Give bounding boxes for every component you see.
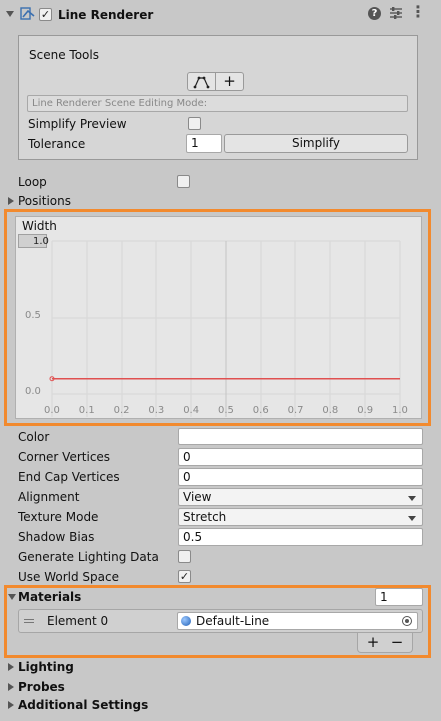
materials-foldout-arrow[interactable]: [8, 594, 16, 600]
y-label-bottom: 0.0: [25, 386, 41, 397]
probes-foldout-arrow[interactable]: [8, 683, 14, 691]
chevron-down-icon: [408, 516, 416, 521]
alignment-dropdown[interactable]: View: [178, 488, 423, 506]
simplify-preview-label: Simplify Preview: [28, 117, 127, 131]
object-picker-icon[interactable]: [402, 616, 412, 626]
line-renderer-icon: [20, 6, 36, 22]
component-title: Line Renderer: [58, 8, 154, 22]
simplify-preview-checkbox[interactable]: [188, 117, 201, 130]
generate-lighting-label: Generate Lighting Data: [18, 550, 159, 564]
x-tick-label: 0.1: [78, 405, 95, 416]
positions-label[interactable]: Positions: [18, 193, 71, 209]
x-tick-label: 0.9: [357, 405, 374, 416]
drag-handle-icon[interactable]: [24, 619, 34, 623]
x-tick-label: 0.4: [183, 405, 200, 416]
simplify-button[interactable]: Simplify: [224, 134, 408, 153]
width-curve-grid: [49, 240, 401, 417]
color-field[interactable]: [178, 428, 423, 445]
additional-settings-foldout-arrow[interactable]: [8, 701, 14, 709]
materials-label[interactable]: Materials: [18, 589, 81, 605]
scene-tools-title: Scene Tools: [29, 48, 99, 62]
element-0-label: Element 0: [47, 614, 109, 628]
materials-size-field[interactable]: 1: [375, 588, 423, 606]
element-0-value: Default-Line: [196, 614, 270, 628]
x-tick-label: 0.3: [148, 405, 165, 416]
x-tick-label: 0.0: [44, 405, 60, 416]
y-label-top: 1.0: [33, 236, 49, 247]
edit-points-icon: [193, 76, 210, 89]
loop-checkbox[interactable]: [177, 175, 190, 188]
additional-settings-section[interactable]: Additional Settings: [18, 697, 148, 713]
lighting-section[interactable]: Lighting: [18, 659, 74, 675]
y-label-mid: 0.5: [25, 310, 41, 321]
scene-editing-mode-field: Line Renderer Scene Editing Mode:: [27, 95, 408, 112]
shadow-bias-field[interactable]: 0.5: [178, 528, 423, 546]
end-cap-vertices-label: End Cap Vertices: [18, 470, 120, 484]
material-icon: [181, 616, 191, 626]
add-material-button[interactable]: +: [364, 633, 382, 651]
x-tick-label: 1.0: [392, 405, 408, 416]
more-icon[interactable]: ⋮: [410, 4, 426, 21]
tolerance-field[interactable]: 1: [186, 134, 222, 153]
loop-label: Loop: [18, 175, 47, 189]
texture-mode-value: Stretch: [183, 510, 227, 524]
x-tick-label: 0.5: [218, 405, 234, 416]
x-tick-label: 0.6: [252, 405, 269, 416]
x-tick-label: 0.7: [287, 405, 304, 416]
alignment-value: View: [183, 490, 212, 504]
positions-foldout-arrow[interactable]: [8, 197, 14, 205]
component-header[interactable]: ✓ Line Renderer ? ⋮: [0, 0, 441, 28]
tolerance-label: Tolerance: [28, 137, 86, 151]
add-points-button[interactable]: +: [215, 72, 244, 91]
materials-footer: + −: [357, 633, 413, 653]
element-0-object-field[interactable]: Default-Line: [177, 612, 418, 630]
corner-vertices-field[interactable]: 0: [178, 448, 423, 466]
remove-material-button[interactable]: −: [388, 633, 406, 651]
foldout-arrow[interactable]: [6, 11, 14, 17]
alignment-label: Alignment: [18, 490, 80, 504]
probes-section[interactable]: Probes: [18, 679, 65, 695]
materials-list: Element 0 Default-Line: [18, 609, 423, 633]
color-label: Color: [18, 430, 50, 444]
end-cap-vertices-field[interactable]: 0: [178, 468, 423, 486]
help-icon[interactable]: ?: [368, 7, 381, 20]
corner-vertices-label: Corner Vertices: [18, 450, 111, 464]
x-tick-label: 0.8: [322, 405, 339, 416]
texture-mode-dropdown[interactable]: Stretch: [178, 508, 423, 526]
scene-tools-panel: Scene Tools + Line Renderer Scene Editin…: [18, 35, 418, 160]
edit-points-button[interactable]: [187, 72, 216, 91]
width-curve-editor[interactable]: Width 1.0 0.5 0.0 0.0 0.1 0.2 0.3 0.4 0.5 0.6 0…: [15, 216, 422, 419]
texture-mode-label: Texture Mode: [18, 510, 99, 524]
shadow-bias-label: Shadow Bias: [18, 530, 95, 544]
generate-lighting-checkbox[interactable]: [178, 550, 191, 563]
use-world-space-label: Use World Space: [18, 570, 120, 584]
component-enabled-checkbox[interactable]: ✓: [39, 8, 52, 21]
x-tick-label: 0.2: [113, 405, 130, 416]
use-world-space-checkbox[interactable]: ✓: [178, 570, 191, 583]
presets-icon[interactable]: [389, 6, 403, 20]
chevron-down-icon: [408, 496, 416, 501]
lighting-foldout-arrow[interactable]: [8, 663, 14, 671]
